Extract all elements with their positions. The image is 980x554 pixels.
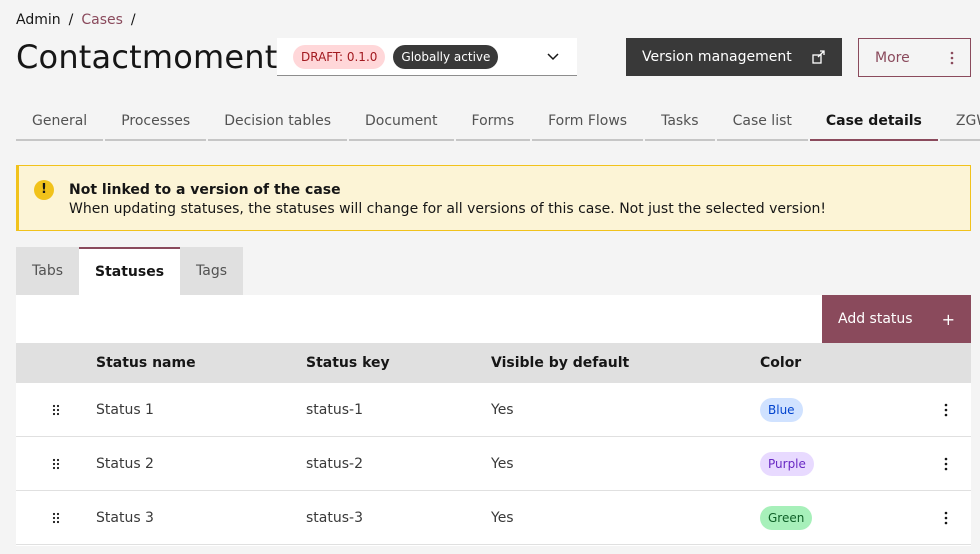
color-cell: Green <box>760 505 920 530</box>
overflow-menu-icon <box>950 51 954 64</box>
tab-document[interactable]: Document <box>349 104 454 141</box>
drag-handle[interactable] <box>16 404 96 416</box>
header-status-key: Status key <box>306 355 390 371</box>
visible-cell: Yes <box>491 401 514 418</box>
row-overflow-menu[interactable] <box>920 511 971 525</box>
tab-forms[interactable]: Forms <box>455 104 531 141</box>
color-cell: Purple <box>760 451 920 476</box>
status-key-cell: status-3 <box>306 509 363 526</box>
export-icon <box>812 50 825 64</box>
header-visible-by-default: Visible by default <box>491 355 630 371</box>
header-color: Color <box>760 355 802 371</box>
table-header: Status name Status key Visible by defaul… <box>16 343 971 383</box>
overflow-menu-icon <box>944 511 947 524</box>
header-status-name: Status name <box>96 355 196 371</box>
visible-cell: Yes <box>491 455 514 472</box>
draft-version-tag: DRAFT: 0.1.0 <box>293 44 386 69</box>
version-management-button[interactable]: Version management <box>626 38 842 76</box>
notification-subtitle: When updating statuses, the statuses wil… <box>69 201 827 217</box>
color-tag: Green <box>760 505 813 530</box>
color-cell: Blue <box>760 397 920 422</box>
tab-processes[interactable]: Processes <box>105 104 207 141</box>
tab-zgw[interactable]: ZGW <box>939 104 980 141</box>
breadcrumb-cases-link[interactable]: Cases <box>81 12 123 28</box>
tab-case-details[interactable]: Case details <box>809 104 938 141</box>
add-status-button[interactable]: Add status + <box>822 295 971 343</box>
warning-notification: ! Not linked to a version of the case Wh… <box>16 165 971 231</box>
tab-general[interactable]: General <box>16 104 104 141</box>
status-name-cell: Status 1 <box>96 401 154 418</box>
status-name-cell: Status 3 <box>96 509 154 526</box>
tab-decision-tables[interactable]: Decision tables <box>208 104 348 141</box>
visible-cell: Yes <box>491 509 514 526</box>
add-status-label: Add status <box>838 311 913 327</box>
status-key-cell: status-1 <box>306 401 363 418</box>
tab-case-list[interactable]: Case list <box>716 104 808 141</box>
subtab-tags[interactable]: Tags <box>180 247 244 295</box>
breadcrumb-separator: / <box>68 12 74 28</box>
more-label: More <box>875 49 910 66</box>
drag-handle-icon <box>52 458 60 469</box>
subtab-statuses[interactable]: Statuses <box>79 247 181 295</box>
page-title: Contactmoment <box>16 38 278 76</box>
chevron-down-icon <box>547 53 559 61</box>
subtab-tabs[interactable]: Tabs <box>16 247 79 295</box>
overflow-menu-icon <box>944 403 947 416</box>
table-row[interactable]: Status 2 status-2 Yes Purple <box>16 437 971 491</box>
status-key-cell: status-2 <box>306 455 363 472</box>
tab-tasks[interactable]: Tasks <box>645 104 715 141</box>
breadcrumb-separator: / <box>130 12 136 28</box>
color-tag: Purple <box>760 451 814 476</box>
version-dropdown[interactable]: DRAFT: 0.1.0 Globally active <box>277 38 577 76</box>
notification-title: Not linked to a version of the case <box>69 182 341 198</box>
overflow-menu-icon <box>944 457 947 470</box>
drag-handle-icon <box>52 404 60 415</box>
table-row[interactable]: Status 3 status-3 Yes Green <box>16 491 971 545</box>
row-overflow-menu[interactable] <box>920 457 971 471</box>
table-row[interactable]: Status 1 status-1 Yes Blue <box>16 383 971 437</box>
breadcrumb-admin[interactable]: Admin <box>16 12 61 28</box>
plus-icon: + <box>941 309 955 329</box>
more-button[interactable]: More <box>858 38 971 77</box>
main-tab-bar: General Processes Decision tables Docume… <box>16 104 980 142</box>
tab-form-flows[interactable]: Form Flows <box>532 104 644 141</box>
statuses-table: Status name Status key Visible by defaul… <box>16 343 971 545</box>
globally-active-tag: Globally active <box>393 44 499 69</box>
drag-handle[interactable] <box>16 458 96 470</box>
warning-icon: ! <box>34 180 54 200</box>
breadcrumb: Admin / Cases / <box>16 12 136 28</box>
version-management-label: Version management <box>642 49 792 65</box>
sub-tab-bar: Tabs Statuses Tags <box>16 247 244 295</box>
row-overflow-menu[interactable] <box>920 403 971 417</box>
status-name-cell: Status 2 <box>96 455 154 472</box>
statuses-panel: Add status + Status name Status key Visi… <box>16 295 971 546</box>
drag-handle[interactable] <box>16 512 96 524</box>
drag-handle-icon <box>52 512 60 523</box>
color-tag: Blue <box>760 397 803 422</box>
